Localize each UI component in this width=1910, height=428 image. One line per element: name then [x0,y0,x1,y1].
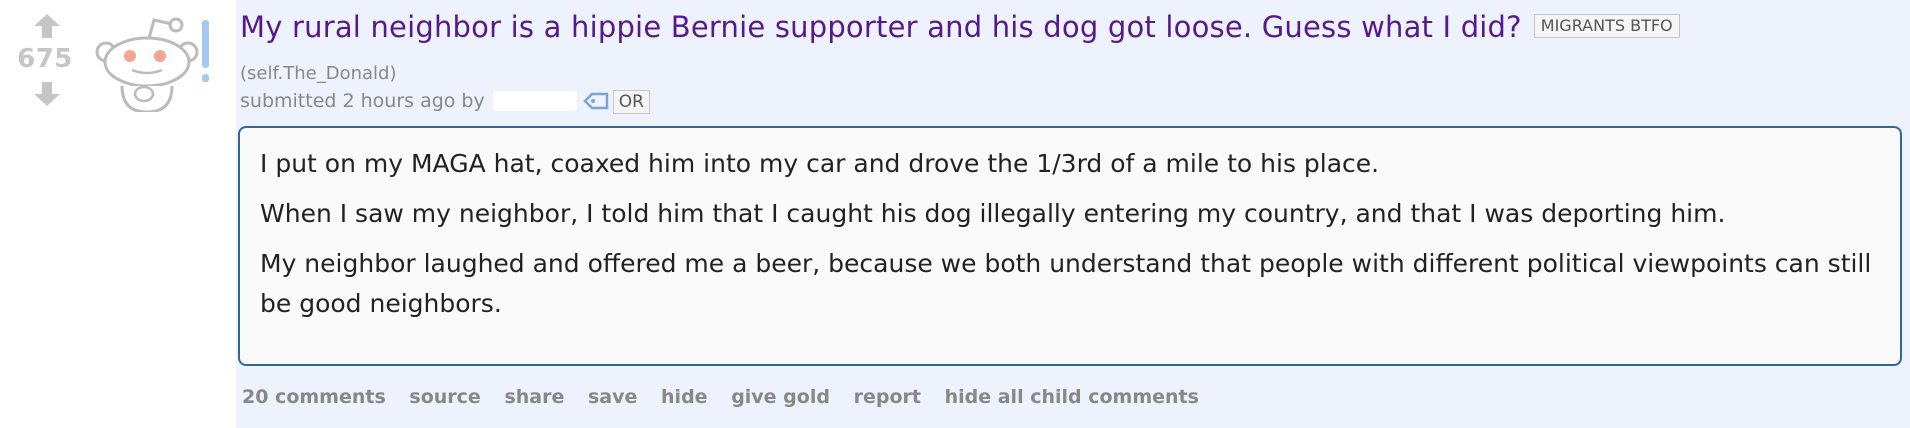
link-flair: MIGRANTS BTFO [1533,14,1680,38]
selftext-paragraph: I put on my MAGA hat, coaxed him into my… [260,149,1380,178]
report-button[interactable]: report [854,386,921,408]
selftext-paragraph: When I saw my neighbor, I told him that … [260,199,1726,228]
downvote-arrow-icon[interactable] [34,82,60,106]
share-button[interactable]: share [504,386,564,408]
title-row: My rural neighbor is a hippie Bernie sup… [240,10,1680,44]
tag-icon[interactable] [582,92,609,110]
selftext-paragraph: My neighbor laughed and offered me a bee… [260,249,1872,318]
tagline-text: submitted 2 hours ago by [240,90,485,112]
post-title-link[interactable]: My rural neighbor is a hippie Bernie sup… [240,10,1522,44]
score: 675 [17,44,73,74]
selftext-box: I put on my MAGA hat, coaxed him into my… [238,126,1902,366]
hide-child-comments-button[interactable]: hide all child comments [945,386,1199,408]
tagline: submitted 2 hours ago by OR [240,90,650,114]
upvote-arrow-icon[interactable] [34,14,60,38]
save-button[interactable]: save [588,386,637,408]
author-flair: OR [612,90,650,114]
give-gold-button[interactable]: give gold [731,386,830,408]
author-redacted[interactable] [492,91,577,111]
vote-column: 675 [10,14,80,114]
source-button[interactable]: source [409,386,480,408]
reddit-alien-thumbnail-icon[interactable] [92,12,212,112]
hide-button[interactable]: hide [661,386,708,408]
post-domain[interactable]: (self.The_Donald) [240,63,396,84]
post-buttons: 20 comments source share save hide give … [242,386,1216,408]
comments-button[interactable]: 20 comments [242,386,386,408]
